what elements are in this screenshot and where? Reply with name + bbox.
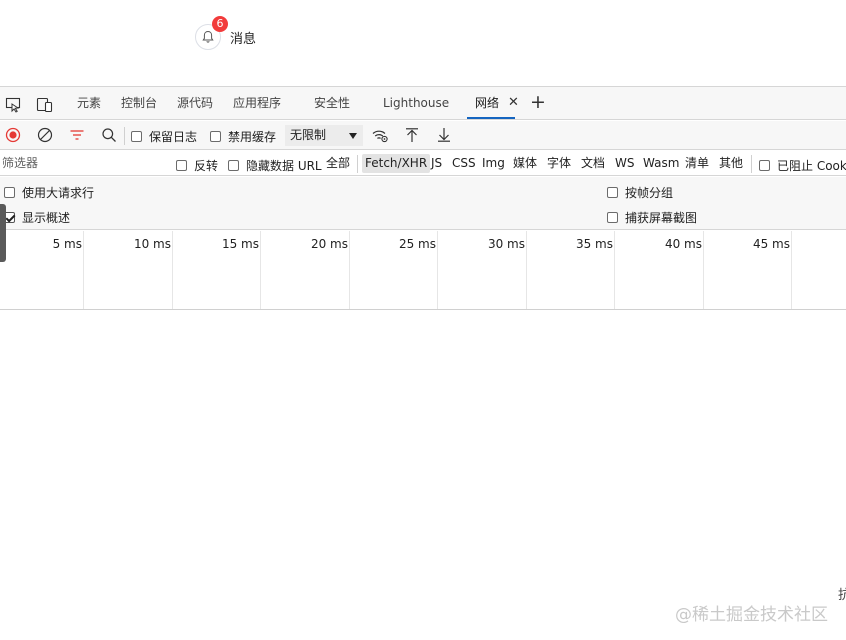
- invert-box[interactable]: [176, 160, 187, 171]
- timeline-tick: 40 ms: [664, 237, 702, 251]
- disable-cache-checkbox[interactable]: 禁用缓存: [210, 128, 276, 145]
- preserve-log-box[interactable]: [131, 131, 142, 142]
- capture-screenshots-label: 捕获屏幕截图: [625, 211, 698, 225]
- network-toolbar: 保留日志 禁用缓存 无限制: [0, 121, 846, 150]
- preserve-log-checkbox[interactable]: 保留日志: [131, 128, 197, 145]
- devtools-panel: 元素 控制台 源代码 应用程序 安全性 Lighthouse 网络 ✕ + 保留…: [0, 86, 846, 310]
- tab-network[interactable]: 网络: [467, 87, 516, 120]
- capture-screenshots-box[interactable]: [607, 212, 618, 223]
- filter-type-ws[interactable]: WS: [612, 154, 637, 173]
- large-rows-checkbox[interactable]: 使用大请求行: [4, 184, 94, 201]
- notification-area[interactable]: 6 消息: [195, 16, 256, 50]
- record-icon[interactable]: [4, 126, 22, 144]
- timeline-gridline: [83, 231, 84, 309]
- filter-type-img[interactable]: Img: [479, 154, 508, 173]
- timeline-tick: 20 ms: [310, 237, 348, 251]
- chevron-down-icon: [349, 133, 357, 139]
- filter-type-css[interactable]: CSS: [449, 154, 479, 173]
- tab-lighthouse[interactable]: Lighthouse: [383, 87, 449, 120]
- timeline-gridline: [791, 231, 792, 309]
- hide-data-url-box[interactable]: [228, 160, 239, 171]
- timeline-gridline: [703, 231, 704, 309]
- timeline-tick: 30 ms: [487, 237, 525, 251]
- hide-data-url-checkbox[interactable]: 隐藏数据 URL: [228, 157, 322, 174]
- notification-badge: 6: [212, 16, 228, 32]
- active-tab-indicator: [467, 117, 516, 119]
- throttling-value: 无限制: [290, 128, 327, 142]
- tab-console[interactable]: 控制台: [121, 87, 157, 120]
- timeline-gridline: [260, 231, 261, 309]
- show-overview-label: 显示概述: [22, 211, 71, 225]
- timeline-gridline: [349, 231, 350, 309]
- search-icon[interactable]: [100, 126, 118, 144]
- group-by-frame-box[interactable]: [607, 187, 618, 198]
- timeline-gridline: [526, 231, 527, 309]
- hide-data-url-label: 隐藏数据 URL: [246, 159, 322, 173]
- bell-icon: [202, 30, 214, 43]
- filter-type-wasm[interactable]: Wasm: [640, 154, 682, 173]
- tab-sources[interactable]: 源代码: [177, 87, 213, 120]
- timeline-gridline: [437, 231, 438, 309]
- large-rows-box[interactable]: [4, 187, 15, 198]
- group-by-frame-label: 按帧分组: [625, 186, 674, 200]
- filter-divider: [357, 155, 358, 173]
- timeline-gridline: [614, 231, 615, 309]
- filter-divider-2: [751, 155, 752, 173]
- add-tab-icon[interactable]: +: [530, 92, 546, 112]
- import-har-icon[interactable]: [403, 126, 421, 144]
- filter-type-media[interactable]: 媒体: [510, 154, 540, 173]
- large-rows-label: 使用大请求行: [22, 186, 95, 200]
- filter-type-js[interactable]: JS: [428, 154, 445, 173]
- filter-type-all[interactable]: 全部: [323, 154, 353, 173]
- timeline-tick: 10 ms: [133, 237, 171, 251]
- watermark: @稀土掘金技术社区: [675, 605, 828, 625]
- filter-type-manifest[interactable]: 清单: [682, 154, 712, 173]
- notification-label[interactable]: 消息: [230, 28, 256, 47]
- disable-cache-label: 禁用缓存: [228, 130, 277, 144]
- timeline-gridline: [172, 231, 173, 309]
- invert-label: 反转: [194, 159, 219, 173]
- export-har-icon[interactable]: [435, 126, 453, 144]
- truncated-edge-text: 抗: [838, 588, 846, 603]
- show-overview-checkbox[interactable]: 显示概述: [4, 209, 70, 226]
- blocked-cookies-box[interactable]: [759, 160, 770, 171]
- filter-icon[interactable]: [68, 126, 86, 144]
- inspect-element-icon[interactable]: [4, 95, 22, 113]
- network-conditions-icon[interactable]: [371, 126, 389, 144]
- devtools-tabbar: 元素 控制台 源代码 应用程序 安全性 Lighthouse 网络 ✕ +: [0, 87, 846, 120]
- clear-icon[interactable]: [36, 126, 54, 144]
- capture-screenshots-checkbox[interactable]: 捕获屏幕截图: [607, 209, 697, 226]
- network-filter-bar: 反转 隐藏数据 URL 全部 Fetch/XHR JS CSS Img 媒体 字…: [0, 151, 846, 176]
- timeline-overview[interactable]: 5 ms 10 ms 15 ms 20 ms 25 ms 30 ms 35 ms…: [0, 231, 846, 309]
- tab-security[interactable]: 安全性: [314, 87, 350, 120]
- blocked-cookies-checkbox[interactable]: 已阻止 Cooki: [759, 157, 846, 174]
- throttling-select[interactable]: 无限制: [285, 125, 363, 146]
- disable-cache-box[interactable]: [210, 131, 221, 142]
- preserve-log-label: 保留日志: [149, 130, 198, 144]
- filter-type-font[interactable]: 字体: [544, 154, 574, 173]
- bell-button[interactable]: 6: [195, 16, 228, 50]
- timeline-tick: 25 ms: [398, 237, 436, 251]
- drawer-resize-handle[interactable]: [0, 204, 6, 262]
- device-toolbar-icon[interactable]: [36, 95, 54, 113]
- filter-input[interactable]: [2, 154, 162, 172]
- filter-type-other[interactable]: 其他: [716, 154, 746, 173]
- timeline-tick: 45 ms: [752, 237, 790, 251]
- network-settings-pane: 使用大请求行 按帧分组 显示概述 捕获屏幕截图: [0, 177, 846, 230]
- group-by-frame-checkbox[interactable]: 按帧分组: [607, 184, 673, 201]
- timeline-tick: 35 ms: [575, 237, 613, 251]
- blocked-cookies-label: 已阻止 Cooki: [777, 159, 846, 173]
- close-tab-icon[interactable]: ✕: [508, 96, 519, 110]
- filter-type-doc[interactable]: 文档: [578, 154, 608, 173]
- tab-application[interactable]: 应用程序: [233, 87, 281, 120]
- toolbar-divider: [124, 127, 125, 145]
- tab-network-label: 网络: [475, 96, 500, 110]
- timeline-tick: 15 ms: [221, 237, 259, 251]
- invert-checkbox[interactable]: 反转: [176, 157, 218, 174]
- filter-type-fetch-xhr[interactable]: Fetch/XHR: [362, 154, 431, 173]
- timeline-tick: 5 ms: [52, 237, 82, 251]
- tab-elements[interactable]: 元素: [77, 87, 101, 120]
